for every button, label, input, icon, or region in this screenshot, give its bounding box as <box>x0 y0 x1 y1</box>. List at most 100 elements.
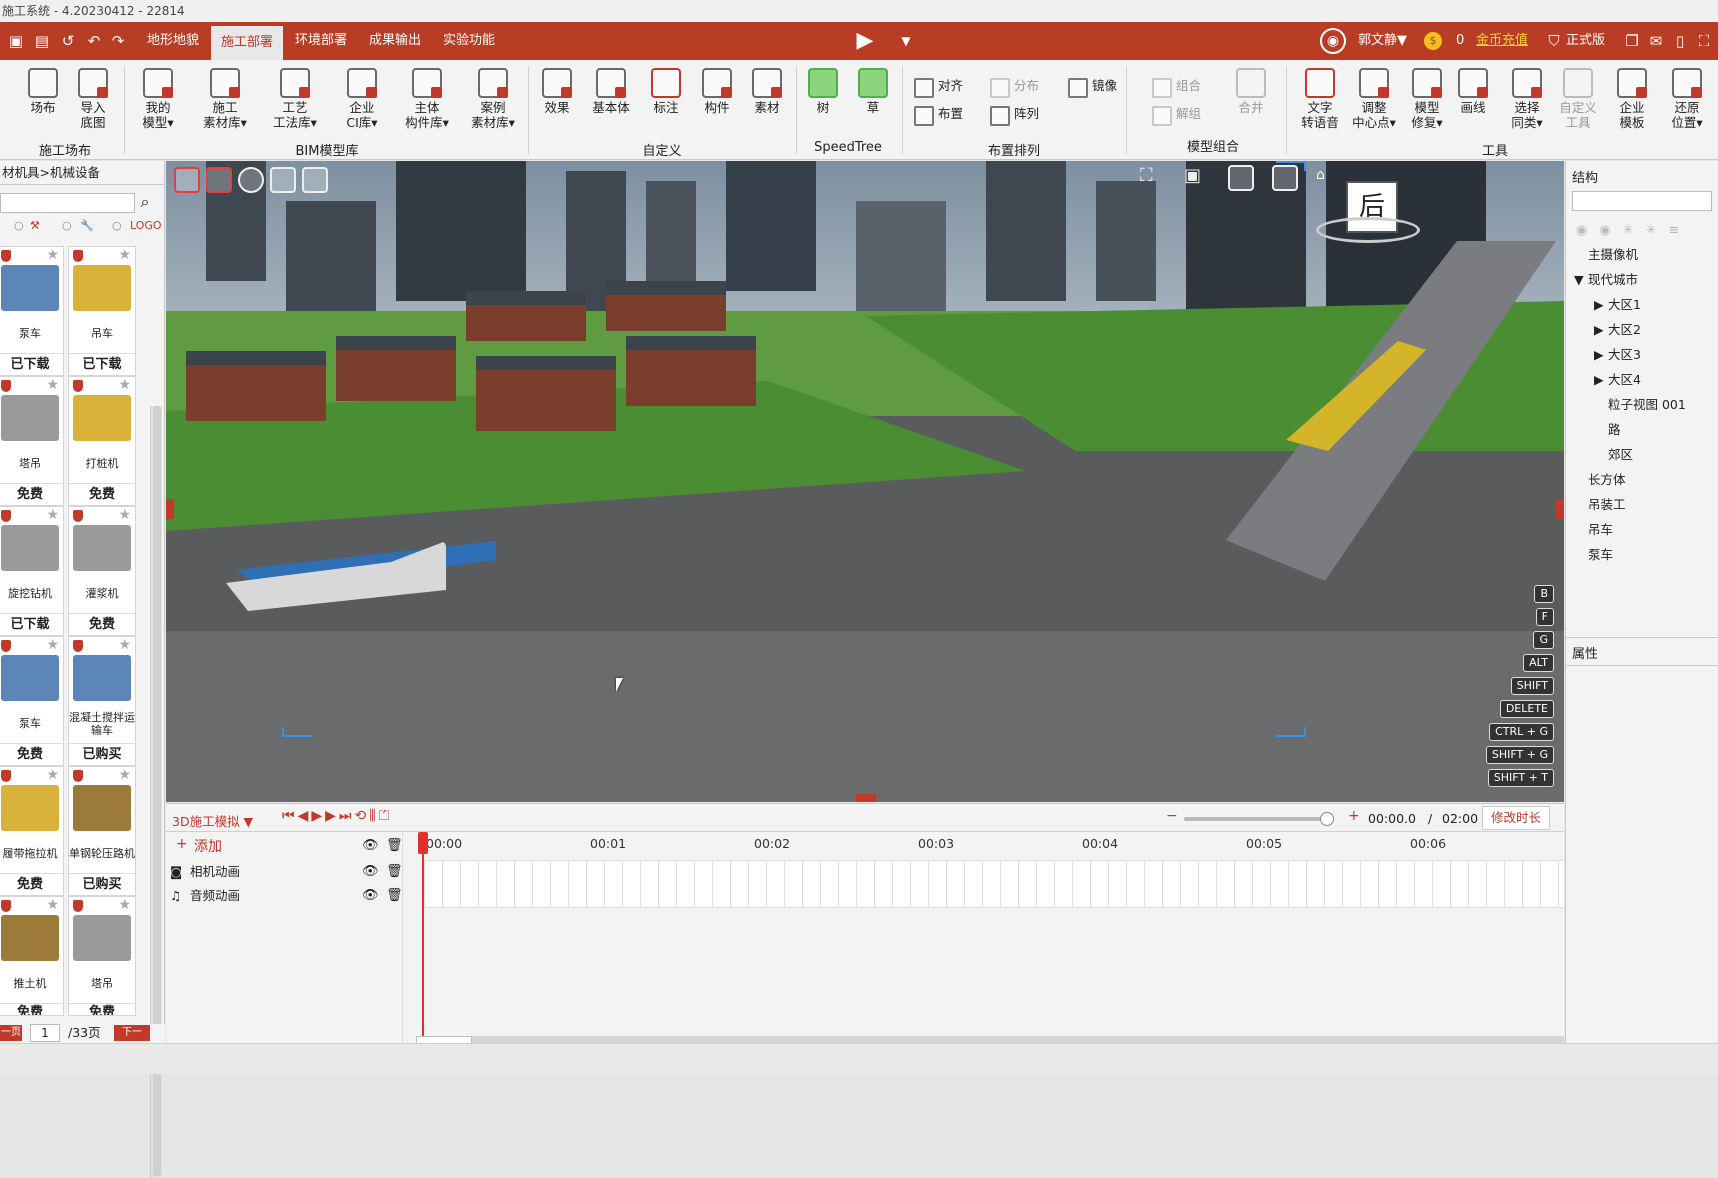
3d-viewport[interactable]: ⛶ ▣ ⌂ 后 B F G ALT SHIFT DELETE CTRL + G … <box>166 161 1564 802</box>
tree-item[interactable]: 粒子视图 001 <box>1608 395 1686 415</box>
edit-duration-button[interactable]: 修改时长 <box>1482 806 1551 830</box>
mirror-button[interactable]: 镜像 <box>1066 76 1117 98</box>
case-library-button[interactable]: 案例 素材库▾ <box>462 68 524 130</box>
shortcut-key[interactable]: ALT <box>1523 654 1554 672</box>
redo-icon[interactable]: ↷ <box>108 31 128 51</box>
library-item[interactable]: ★ 泵车 已下载 <box>0 246 64 376</box>
ungroup-button[interactable]: 解组 <box>1150 104 1201 126</box>
tree-collapse-icon[interactable]: ▶ <box>1594 320 1604 340</box>
fullscreen-icon[interactable]: ⛶ <box>1694 31 1714 51</box>
edition-label[interactable]: 正式版 <box>1566 22 1605 60</box>
library-item[interactable]: ★ 灌浆机 免费 <box>68 506 136 636</box>
library-item[interactable]: ★ 推土机 免费 <box>0 896 64 1016</box>
item-status[interactable]: 免费 <box>0 1003 63 1015</box>
track-row-camera[interactable]: ◙ 相机动画 👁 🗑 <box>166 860 403 884</box>
playback-controls[interactable]: ⏮◀▶▶⏭⟲⫼⏍ <box>282 808 392 824</box>
library-item[interactable]: ★ 打桩机 免费 <box>68 376 136 506</box>
tree-item[interactable]: 路 <box>1608 420 1621 440</box>
history-icon[interactable]: ↺ <box>58 31 78 51</box>
library-item[interactable]: ★ 履带拖拉机 免费 <box>0 766 64 896</box>
library-item[interactable]: ★ 塔吊 免费 <box>0 376 64 506</box>
simulation-mode-select[interactable]: 3D施工模拟 ▼ <box>172 811 253 830</box>
tree-item[interactable]: 大区1 <box>1608 295 1641 315</box>
restore-position-button[interactable]: 还原 位置▾ <box>1660 68 1714 130</box>
tree-button[interactable]: 树 <box>798 68 848 115</box>
material-button[interactable]: 素材 <box>742 68 792 115</box>
tab-terrain[interactable]: 地形地貌 <box>137 22 209 60</box>
tree-item[interactable]: 郊区 <box>1608 445 1633 465</box>
item-status[interactable]: 已下载 <box>0 353 63 375</box>
group-button[interactable]: 组合 <box>1150 76 1201 98</box>
text-to-speech-button[interactable]: 文字 转语音 <box>1294 68 1346 130</box>
user-name[interactable]: 郭文静▼ <box>1358 22 1407 60</box>
library-item[interactable]: ★ 混凝土搅拌运输车 已购买 <box>68 636 136 766</box>
window-icon[interactable]: ❐ <box>1622 31 1642 51</box>
component-button[interactable]: 构件 <box>692 68 742 115</box>
shortcut-key[interactable]: SHIFT + T <box>1487 769 1554 787</box>
track-divider[interactable] <box>402 832 424 1044</box>
zoom-in-icon[interactable]: + <box>1348 808 1360 824</box>
tab-environment[interactable]: 环境部署 <box>285 22 357 60</box>
merge-button[interactable]: 合并 <box>1226 68 1276 115</box>
array-button[interactable]: 阵列 <box>988 104 1039 126</box>
user-avatar-icon[interactable]: ◉ <box>1320 28 1346 54</box>
zoom-slider-thumb[interactable] <box>1319 812 1334 826</box>
tree-item[interactable]: 大区3 <box>1608 345 1641 365</box>
structure-search-input[interactable] <box>1572 191 1712 211</box>
trash-icon[interactable]: 🗑 <box>386 860 403 884</box>
favorite-star-icon[interactable]: ★ <box>46 897 59 913</box>
undo-icon[interactable]: ↶ <box>84 31 104 51</box>
layout-button[interactable]: 场布 <box>18 68 68 115</box>
craft-library-button[interactable]: 工艺 工法库▾ <box>264 68 326 130</box>
filter-radio-3[interactable]: ○ <box>112 217 122 235</box>
tree-item[interactable]: 泵车 <box>1588 545 1613 565</box>
shortcut-key[interactable]: DELETE <box>1499 700 1554 718</box>
item-status[interactable]: 免费 <box>0 873 63 895</box>
tree-item[interactable]: 吊装工 <box>1588 495 1626 515</box>
tree-item[interactable]: 现代城市 <box>1588 270 1638 290</box>
collapse-right-handle[interactable] <box>1556 499 1564 519</box>
save-as-icon[interactable]: ▤ <box>32 31 52 51</box>
favorite-star-icon[interactable]: ★ <box>118 377 131 393</box>
eye-icon[interactable]: 👁 <box>362 884 379 908</box>
rotate-tool-icon[interactable] <box>238 167 264 193</box>
select-similar-button[interactable]: 选择 同类▾ <box>1500 68 1554 130</box>
library-search-input[interactable] <box>0 193 135 213</box>
collapse-left-handle[interactable] <box>166 499 174 519</box>
favorite-star-icon[interactable]: ★ <box>46 637 59 653</box>
recharge-link[interactable]: 金币充值 <box>1476 22 1528 60</box>
book-icon[interactable]: ▯ <box>1670 31 1690 51</box>
scale-tool-icon[interactable] <box>270 167 296 193</box>
filter-radio-1[interactable]: ○ <box>14 217 24 235</box>
favorite-star-icon[interactable]: ★ <box>46 767 59 783</box>
item-status[interactable]: 已下载 <box>0 613 63 635</box>
custom-tool-button[interactable]: 自定义 工具 <box>1552 68 1604 130</box>
library-item[interactable]: ★ 旋挖钻机 已下载 <box>0 506 64 636</box>
add-icon[interactable]: + <box>176 836 188 852</box>
favorite-star-icon[interactable]: ★ <box>46 507 59 523</box>
library-item[interactable]: ★ 塔吊 免费 <box>68 896 136 1016</box>
panel-divider[interactable] <box>1566 637 1718 638</box>
search-icon[interactable]: ⌕ <box>134 191 156 213</box>
home-icon[interactable]: ⌂ <box>1316 167 1325 183</box>
favorite-star-icon[interactable]: ★ <box>118 247 131 263</box>
item-status[interactable]: 已购买 <box>69 873 135 895</box>
construction-library-button[interactable]: 施工 素材库▾ <box>194 68 256 130</box>
shortcut-key[interactable]: F <box>1535 608 1554 626</box>
playhead[interactable] <box>422 832 424 1040</box>
import-basemap-button[interactable]: 导入 底图 <box>68 68 118 130</box>
trash-icon[interactable]: 🗑 <box>386 838 403 853</box>
distribute-button[interactable]: 分布 <box>988 76 1039 98</box>
cube-tool-icon[interactable] <box>302 167 328 193</box>
shortcut-key[interactable]: SHIFT + G <box>1485 746 1554 764</box>
tree-collapse-icon[interactable]: ▶ <box>1594 295 1604 315</box>
model-repair-button[interactable]: 模型 修复▾ <box>1400 68 1454 130</box>
favorite-star-icon[interactable]: ★ <box>118 767 131 783</box>
filter-brand-icon[interactable]: ⚒ <box>30 217 40 235</box>
shortcut-key[interactable]: G <box>1533 631 1554 649</box>
eye-icon[interactable]: 👁 <box>362 860 379 884</box>
item-status[interactable]: 已下载 <box>69 353 135 375</box>
tree-item[interactable]: 大区2 <box>1608 320 1641 340</box>
library-item[interactable]: ★ 吊车 已下载 <box>68 246 136 376</box>
align-button[interactable]: 对齐 <box>912 76 963 98</box>
